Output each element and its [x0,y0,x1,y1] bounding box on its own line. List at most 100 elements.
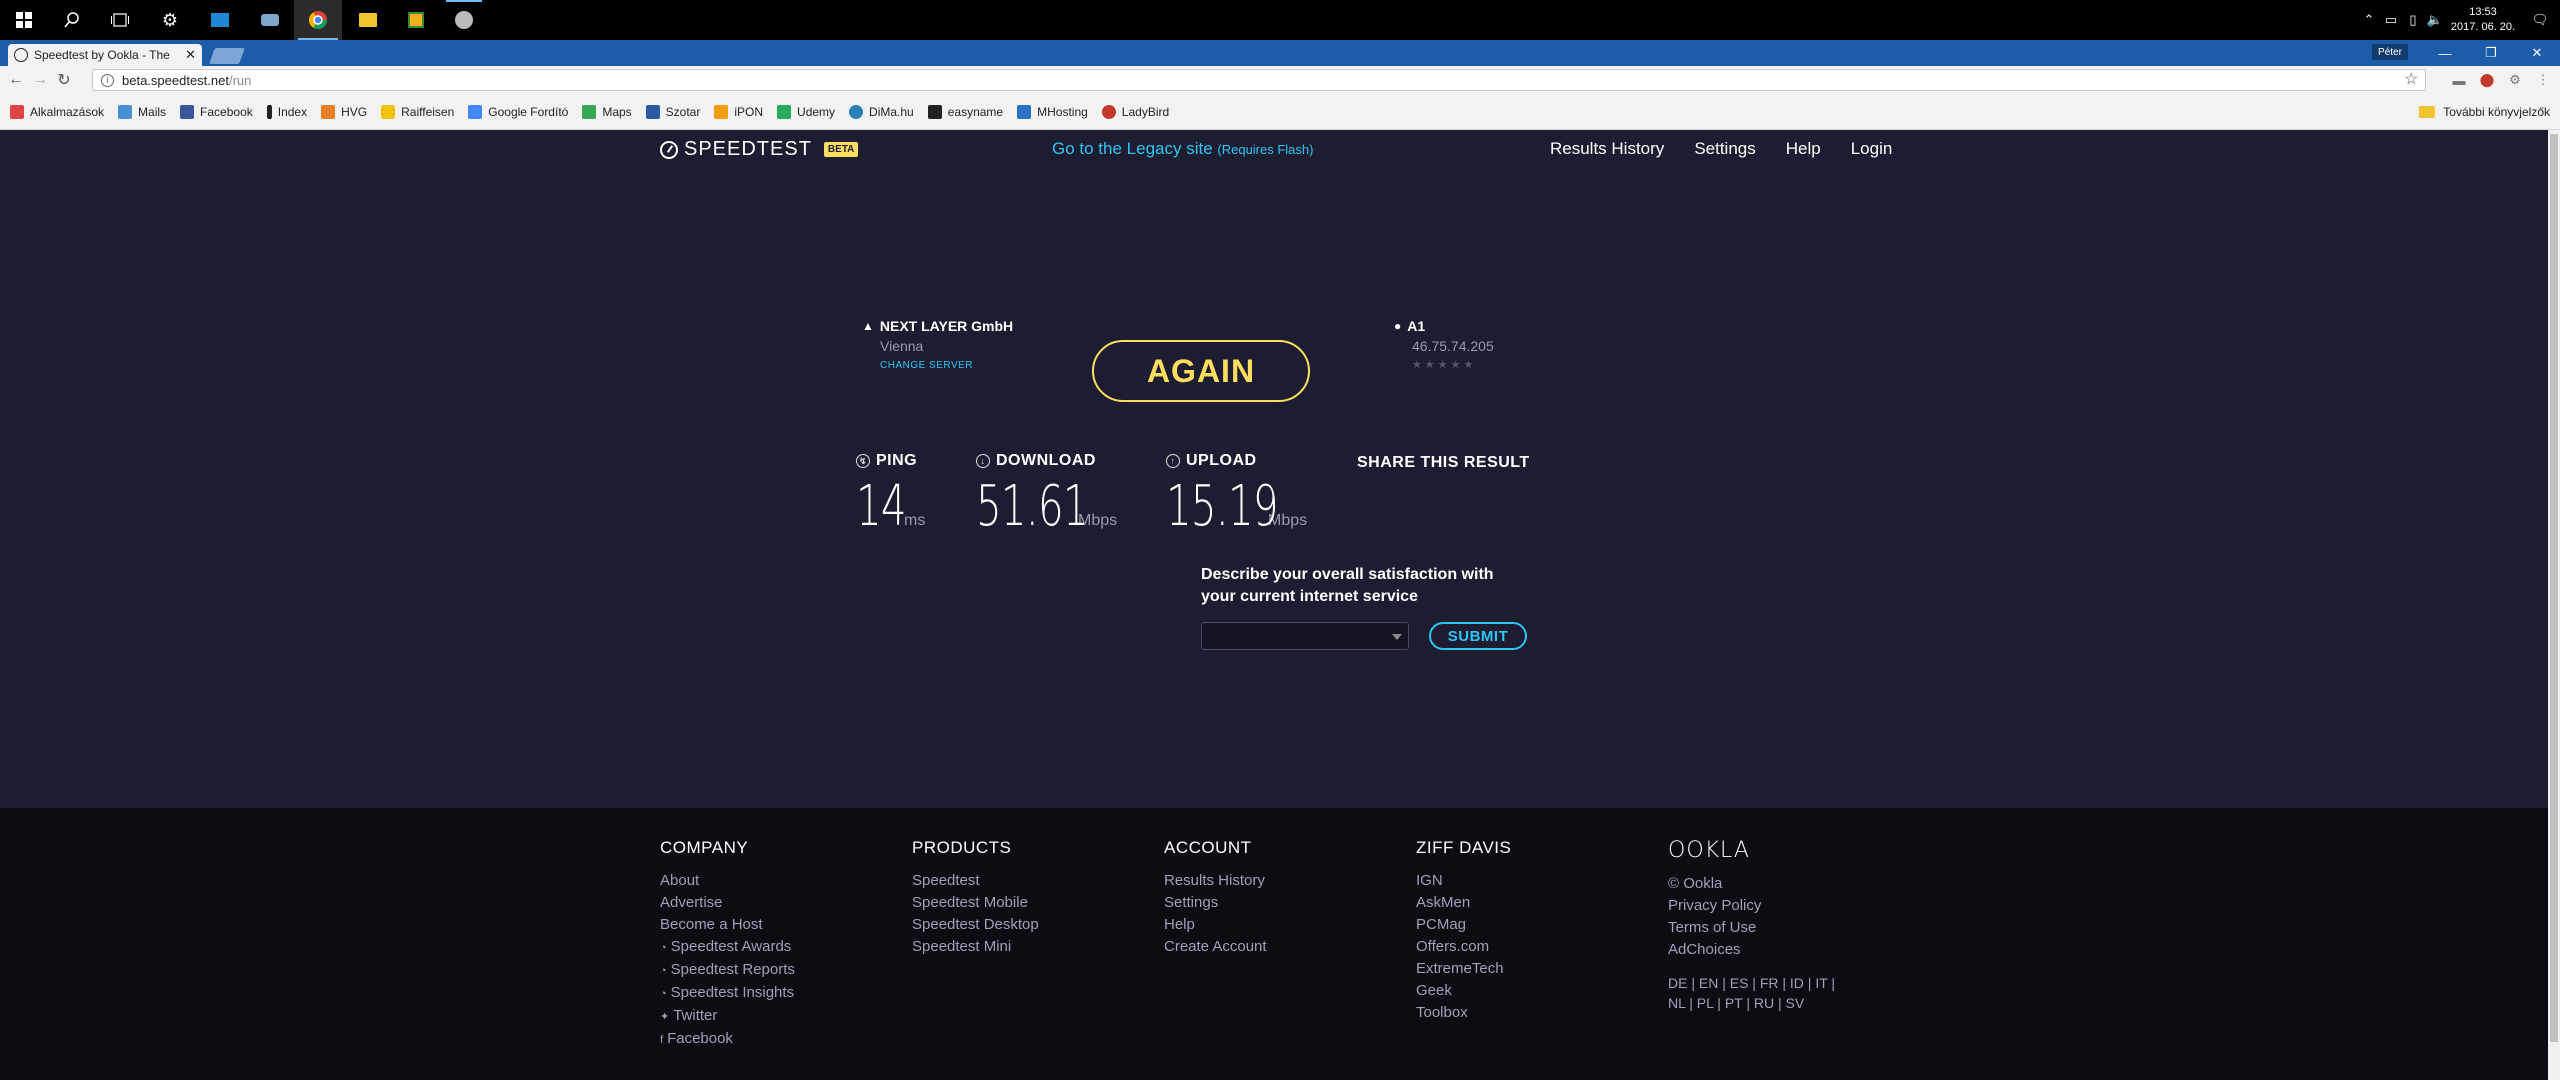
address-bar[interactable]: i beta.speedtest.net/run [92,69,2426,91]
ping-label: PING [876,452,918,469]
taskbar-app-outlook[interactable] [196,0,244,40]
bookmark-item[interactable]: iPON [714,104,763,119]
tray-network[interactable]: ▭ [2380,0,2402,40]
forward-button[interactable]: → [28,66,52,94]
nav-settings[interactable]: Settings [1694,139,1755,159]
back-button[interactable]: ← [4,66,28,94]
bookmark-item[interactable]: LadyBird [1101,104,1169,119]
speedtest-logo[interactable]: SPEEDTEST BETA [660,138,859,161]
extension-settings[interactable]: ⚙ [2504,69,2526,91]
satisfaction-select[interactable] [1201,622,1409,650]
bookmark-item[interactable]: Google Fordító [468,104,568,119]
submit-button[interactable]: SUBMIT [1429,622,1527,650]
bookmark-item[interactable]: easyname [927,104,1003,119]
client-ip: 46.75.74.205 [1412,338,1494,354]
close-window-button[interactable]: ✕ [2514,40,2560,66]
footer-link-awards[interactable]: ◔ Speedtest Awards [660,936,795,959]
taskbar-app-explorer[interactable] [344,0,392,40]
ipon-icon [714,104,729,119]
bookmark-item[interactable]: Index [266,104,307,119]
footer-link-pcmag[interactable]: PCMag [1416,914,1511,936]
tab-close-icon[interactable]: ✕ [185,47,196,63]
again-button[interactable]: AGAIN [1092,340,1310,402]
bookmark-item[interactable]: Raiffeisen [381,104,454,119]
footer-link-create-account[interactable]: Create Account [1164,936,1267,958]
footer-link-become-host[interactable]: Become a Host [660,914,795,936]
footer-link-advertise[interactable]: Advertise [660,892,795,914]
tray-expand-chevron[interactable]: ⌃ [2358,0,2380,40]
taskbar-app-network[interactable] [246,0,294,40]
legacy-site-link[interactable]: Go to the Legacy site (Requires Flash) [1052,139,1313,159]
footer-link-desktop[interactable]: Speedtest Desktop [912,914,1039,936]
extension-ghostery[interactable]: ▬ [2448,69,2470,91]
footer-link-mini[interactable]: Speedtest Mini [912,936,1039,958]
footer-link-toolbox[interactable]: Toolbox [1416,1002,1511,1024]
tray-battery[interactable]: ▯ [2402,0,2424,40]
profile-badge[interactable]: Péter [2372,44,2408,60]
taskbar-app-chrome[interactable] [294,0,342,40]
minimize-button[interactable]: — [2422,40,2468,66]
taskbar-app-store[interactable] [392,0,440,40]
tray-clock[interactable]: 13:53 2017. 06. 20. [2446,5,2520,35]
action-center-button[interactable]: 🗨 [2520,0,2560,40]
scrollbar-thumb[interactable] [2550,134,2558,1042]
footer-link-ign[interactable]: IGN [1416,870,1511,892]
footer-link-label: Speedtest Awards [670,938,792,955]
bookmark-item[interactable]: HVG [321,104,367,119]
speedtest-favicon [14,48,28,62]
footer-link-terms[interactable]: Terms of Use [1668,917,1835,939]
bookmark-item[interactable]: Udemy [777,104,835,119]
footer-link-reports[interactable]: ◔ Speedtest Reports [660,959,795,982]
ookla-logo[interactable]: OOKLA [1668,838,1835,863]
footer-link-privacy[interactable]: Privacy Policy [1668,895,1835,917]
chrome-menu-button[interactable]: ⋮ [2532,69,2554,91]
bookmark-item[interactable]: Mails [118,104,166,119]
bookmark-item[interactable]: Maps [582,104,632,119]
nav-help[interactable]: Help [1786,139,1821,159]
footer-link-askmen[interactable]: AskMen [1416,892,1511,914]
footer-link-settings[interactable]: Settings [1164,892,1267,914]
nav-login[interactable]: Login [1851,139,1893,159]
upload-metric: ↑ UPLOAD 15.19 Mbps [1166,452,1307,539]
taskbar-settings[interactable]: ⚙ [146,0,194,40]
page-scrollbar[interactable] [2548,130,2560,1080]
footer-link-adchoices[interactable]: AdChoices [1668,939,1835,961]
language-links-row-1[interactable]: DE | EN | ES | FR | ID | IT | [1668,973,1835,993]
bookmark-item[interactable]: DiMa.hu [849,104,914,119]
restore-button[interactable]: ❐ [2468,40,2514,66]
share-result-link[interactable]: SHARE THIS RESULT [1357,454,1530,472]
footer-link-insights[interactable]: ◔ Speedtest Insights [660,982,795,1005]
windows-taskbar: ⚙ ⌃ ▭ ▯ 🔈 13:53 2017. 06. 20. 🗨 [0,0,2560,40]
reload-button[interactable]: ↻ [52,66,76,94]
nav-results-history[interactable]: Results History [1550,139,1664,159]
taskbar-app-other[interactable] [440,0,488,40]
footer-link-facebook[interactable]: f Facebook [660,1028,795,1051]
bookmark-item[interactable]: Szotar [645,104,700,119]
task-view-button[interactable] [96,0,144,40]
tray-volume[interactable]: 🔈 [2424,0,2446,40]
footer-link-about[interactable]: About [660,870,795,892]
footer-link-twitter[interactable]: ✦ Twitter [660,1005,795,1028]
other-bookmarks[interactable]: További könyvjelzők [2419,94,2550,130]
start-button[interactable] [0,0,48,40]
new-tab-button[interactable] [209,48,245,64]
gauge-icon: ◔ [660,942,667,954]
change-server-link[interactable]: CHANGE SERVER [880,360,1013,371]
bookmark-item[interactable]: Facebook [180,104,253,119]
footer-link-speedtest[interactable]: Speedtest [912,870,1039,892]
bookmark-item[interactable]: Alkalmazások [10,104,104,119]
info-icon[interactable]: i [101,73,114,87]
browser-tab[interactable]: Speedtest by Ookla - The ✕ [8,44,202,66]
footer-link-offers[interactable]: Offers.com [1416,936,1511,958]
footer-link-geek[interactable]: Geek [1416,980,1511,1002]
bookmark-item[interactable]: MHosting [1017,104,1088,119]
isp-rating-stars[interactable]: ★★★★★ [1412,358,1494,371]
footer-link-results-history[interactable]: Results History [1164,870,1267,892]
footer-link-help[interactable]: Help [1164,914,1267,936]
footer-link-extremetech[interactable]: ExtremeTech [1416,958,1511,980]
extension-adblock[interactable]: ⬤ [2476,69,2498,91]
bookmark-star-icon[interactable]: ☆ [2404,69,2418,89]
language-links-row-2[interactable]: NL | PL | PT | RU | SV [1668,993,1835,1013]
search-button[interactable] [48,0,96,40]
footer-link-mobile[interactable]: Speedtest Mobile [912,892,1039,914]
